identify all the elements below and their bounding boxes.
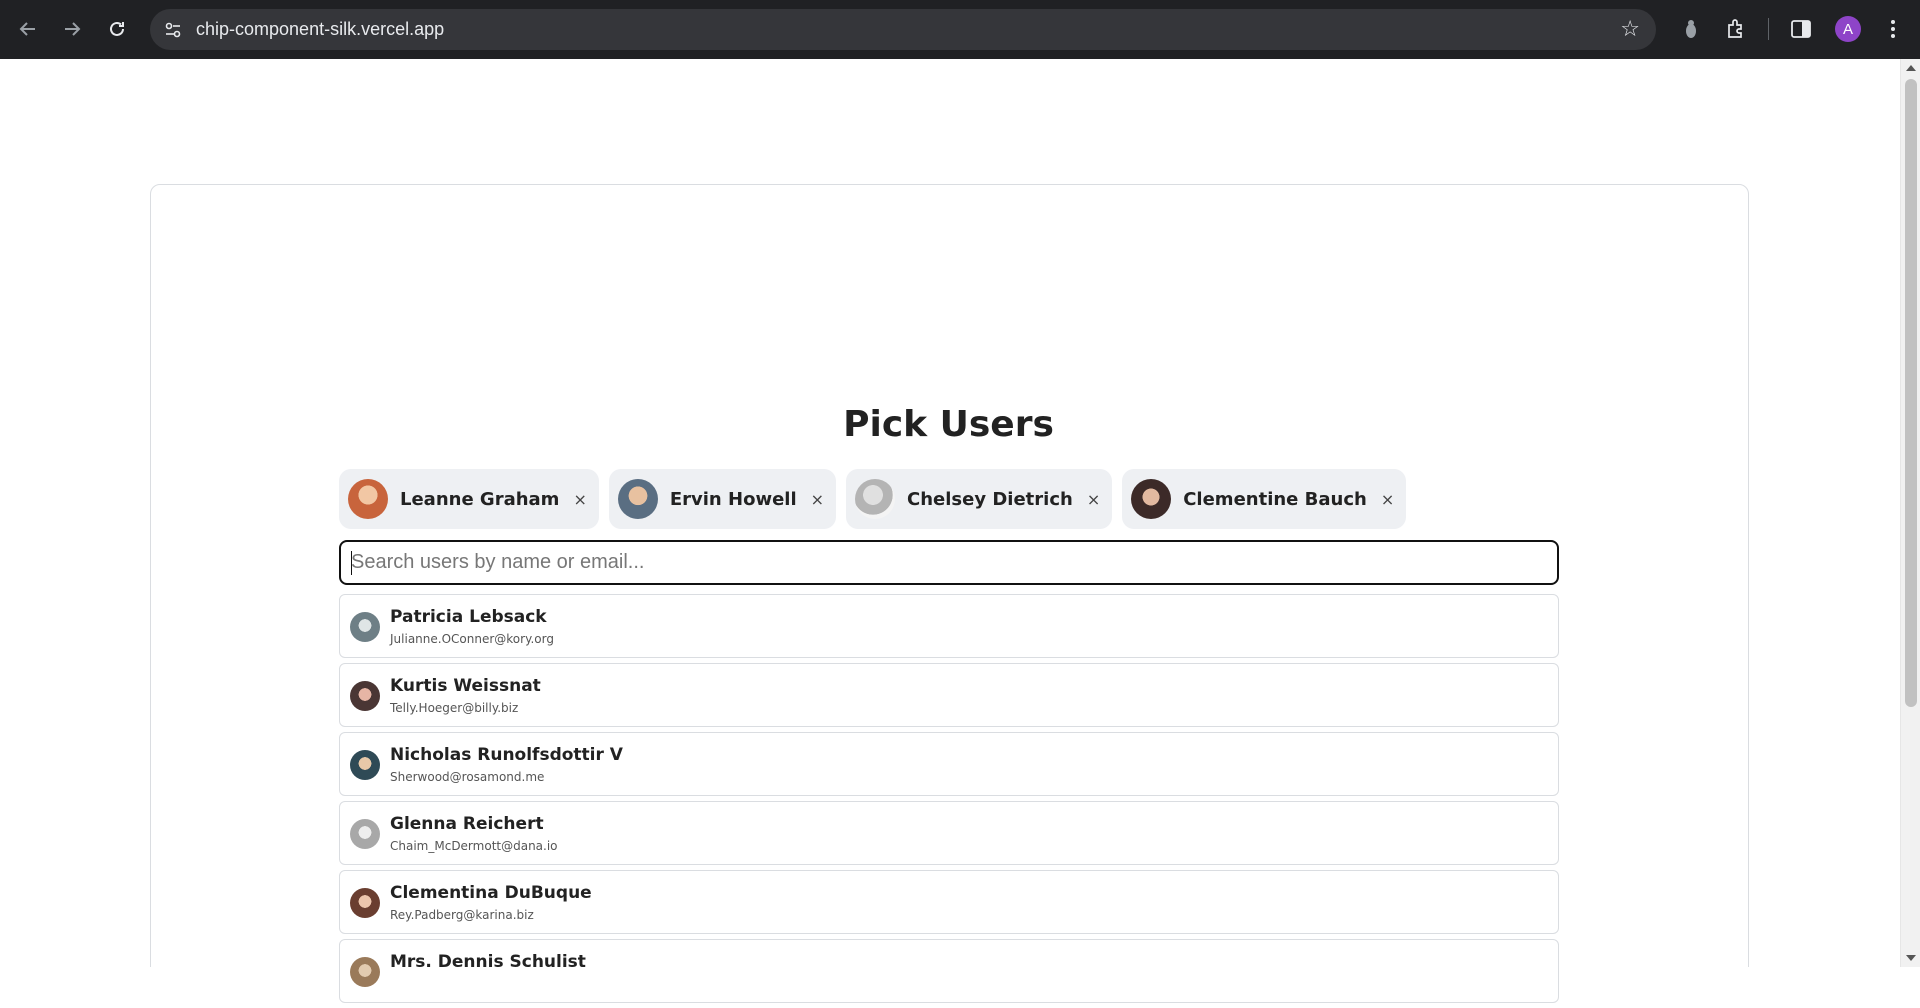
extension-icon[interactable] [1676, 14, 1706, 44]
side-panel-icon[interactable] [1786, 14, 1816, 44]
user-name: Nicholas Runolfsdottir V [390, 745, 623, 765]
user-name: Patricia Lebsack [390, 607, 547, 627]
chip: Chelsey Dietrich × [846, 469, 1113, 529]
reload-icon[interactable] [102, 14, 132, 44]
user-avatar [350, 681, 380, 711]
list-item[interactable]: Glenna Reichert Chaim_McDermott@dana.io [339, 801, 1559, 865]
user-avatar [350, 819, 380, 849]
more-menu-icon[interactable] [1878, 14, 1908, 44]
chip: Ervin Howell × [608, 469, 837, 529]
list-item[interactable]: Nicholas Runolfsdottir V Sherwood@rosamo… [339, 732, 1559, 796]
site-settings-icon[interactable] [162, 19, 184, 41]
chip-avatar [617, 479, 658, 519]
chip-avatar [348, 479, 388, 519]
browser-toolbar: chip-component-silk.vercel.app ☆ A [0, 0, 1920, 59]
list-item[interactable]: Mrs. Dennis Schulist [339, 939, 1559, 1003]
bookmark-star-icon[interactable]: ☆ [1620, 17, 1640, 42]
chip-name: Leanne Graham [400, 488, 560, 510]
search-input[interactable] [339, 540, 1559, 585]
user-name: Clementina DuBuque [390, 883, 592, 903]
scroll-down-arrow-icon[interactable] [1906, 955, 1916, 961]
selected-chips: Leanne Graham × Ervin Howell × Chelsey D… [339, 469, 1407, 529]
chip: Clementine Bauch × [1122, 469, 1407, 529]
forward-arrow-icon[interactable] [57, 14, 87, 44]
scrollbar-thumb[interactable] [1905, 79, 1917, 707]
user-email: Sherwood@rosamond.me [390, 770, 545, 784]
close-icon[interactable]: × [811, 490, 824, 509]
scroll-up-arrow-icon[interactable] [1906, 65, 1916, 71]
user-email: Rey.Padberg@karina.biz [390, 908, 534, 922]
chip-name: Chelsey Dietrich [907, 488, 1073, 510]
profile-avatar[interactable]: A [1835, 16, 1861, 42]
url-text[interactable]: chip-component-silk.vercel.app [196, 19, 444, 40]
page-scrollbar[interactable] [1900, 59, 1920, 967]
user-email: Telly.Hoeger@billy.biz [390, 701, 519, 715]
user-email: Julianne.OConner@kory.org [390, 632, 554, 646]
chip-name: Clementine Bauch [1183, 488, 1367, 510]
page-title: Pick Users [843, 404, 1054, 445]
user-name: Kurtis Weissnat [390, 676, 541, 696]
close-icon[interactable]: × [573, 490, 586, 509]
chip-avatar [855, 479, 896, 519]
user-email: Chaim_McDermott@dana.io [390, 839, 558, 853]
chip: Leanne Graham × [339, 469, 599, 529]
list-item[interactable]: Clementina DuBuque Rey.Padberg@karina.bi… [339, 870, 1559, 934]
chip-name: Ervin Howell [669, 488, 797, 510]
close-icon[interactable]: × [1381, 490, 1394, 509]
suggestion-list: Patricia Lebsack Julianne.OConner@kory.o… [339, 594, 1559, 1008]
user-avatar [350, 888, 380, 918]
user-avatar [350, 957, 380, 987]
text-caret [351, 551, 352, 575]
back-arrow-icon[interactable] [13, 14, 43, 44]
user-name: Glenna Reichert [390, 814, 544, 834]
user-avatar [350, 750, 380, 780]
extensions-puzzle-icon[interactable] [1721, 14, 1751, 44]
close-icon[interactable]: × [1087, 490, 1100, 509]
user-avatar [350, 612, 380, 642]
address-bar[interactable]: chip-component-silk.vercel.app ☆ [150, 9, 1656, 50]
list-item[interactable]: Patricia Lebsack Julianne.OConner@kory.o… [339, 594, 1559, 658]
toolbar-separator [1768, 18, 1769, 40]
chip-avatar [1131, 479, 1172, 519]
user-name: Mrs. Dennis Schulist [390, 952, 586, 972]
list-item[interactable]: Kurtis Weissnat Telly.Hoeger@billy.biz [339, 663, 1559, 727]
